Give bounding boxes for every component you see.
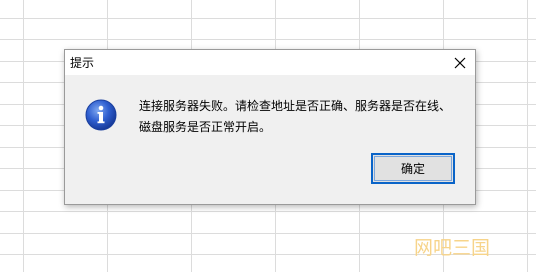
dialog-titlebar[interactable]: 提示 [65, 50, 475, 75]
close-button[interactable] [447, 50, 473, 75]
message-line-2: 磁盘服务是否正常开启。 [139, 120, 272, 134]
dialog-message: 连接服务器失败。请检查地址是否正确、服务器是否在线、 磁盘服务是否正常开启。 [139, 96, 459, 138]
watermark-logo: 网吧三国 [414, 237, 491, 259]
ok-button[interactable]: 确定 [371, 153, 455, 184]
close-icon [454, 57, 466, 68]
message-dialog: 提示 连接服务器失败。请检查地址是否正确、服务器是否在线、 磁盘服务是否正常开启… [64, 49, 476, 205]
info-icon [85, 99, 117, 131]
message-line-1: 连接服务器失败。请检查地址是否正确、服务器是否在线、 [139, 99, 452, 113]
dialog-title: 提示 [70, 56, 95, 70]
ok-button-label: 确定 [400, 162, 425, 176]
